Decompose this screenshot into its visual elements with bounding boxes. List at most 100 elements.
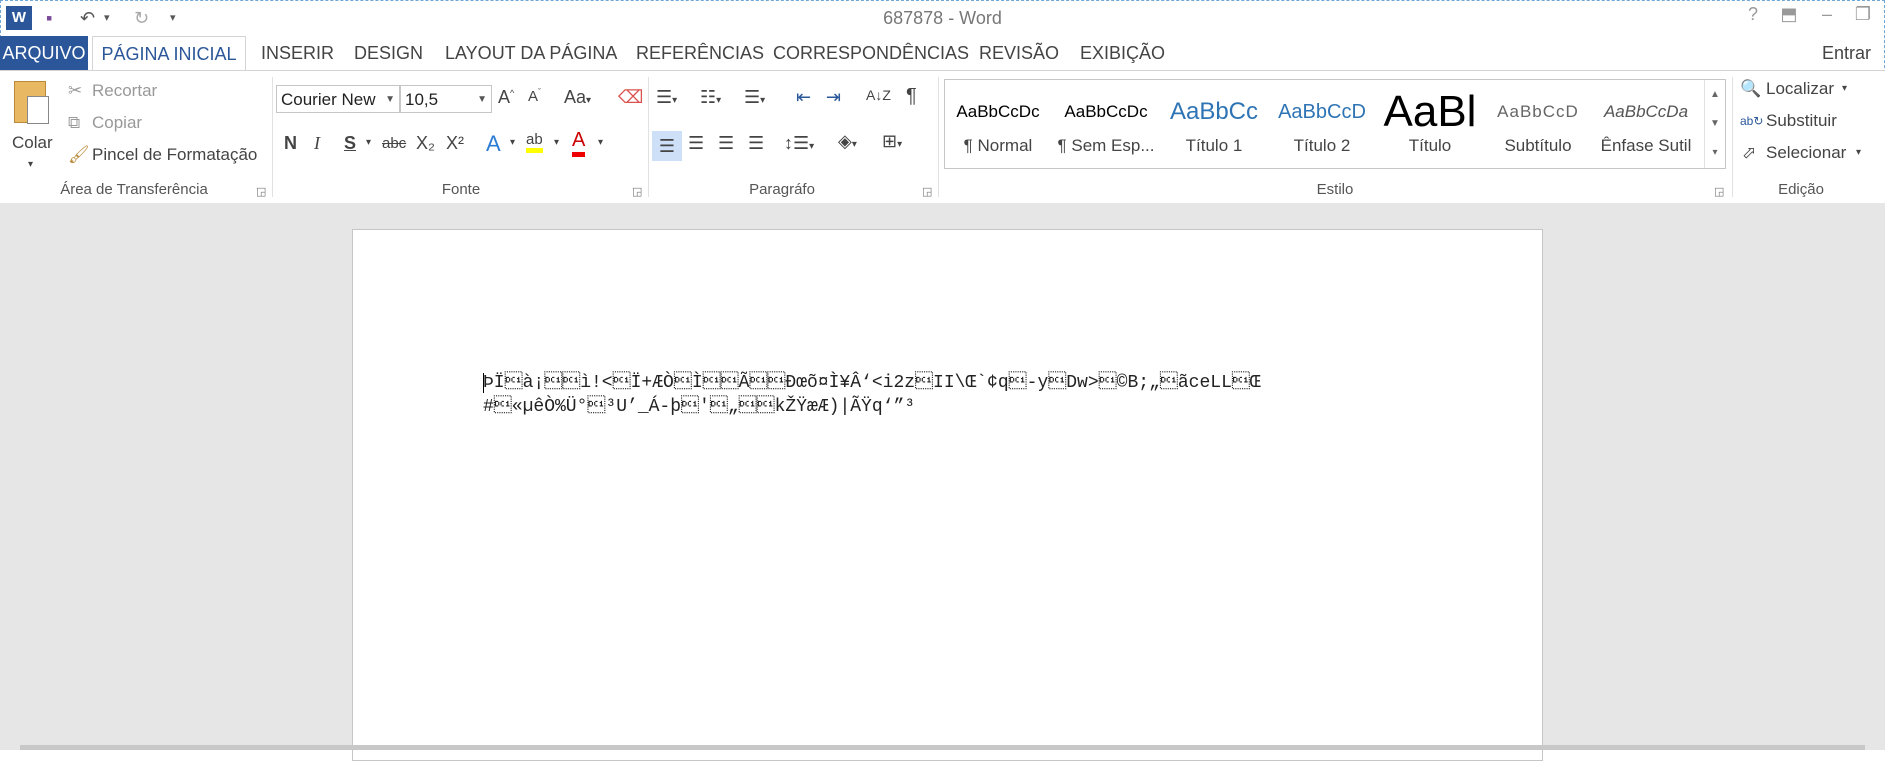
style-no-spacing[interactable]: AaBbCcDc ¶ Sem Esp... <box>1053 80 1159 168</box>
scroll-up-icon[interactable]: ▲ <box>1705 80 1725 109</box>
style-subtle-emphasis[interactable]: AaBbCcDa Ênfase Sutil <box>1593 80 1699 168</box>
document-page[interactable]: ÞÏà¡ì!<Ï+ÆÒÌÃÐœõ¤Ì¥Â‘<i2zII\Œ`… <box>352 229 1543 761</box>
ribbon-tabs: ARQUIVO PÁGINA INICIAL INSERIR DESIGN LA… <box>0 36 1885 72</box>
styles-launcher-icon[interactable]: ◲ <box>1714 185 1724 198</box>
numbering-icon[interactable]: ☷▾ <box>700 87 721 108</box>
paragraph-group-label: Paragráfo <box>749 181 815 198</box>
tab-design[interactable]: DESIGN <box>354 36 423 70</box>
multilevel-list-icon[interactable]: ☰▾ <box>744 87 765 108</box>
increase-indent-icon[interactable]: ⇥ <box>826 87 841 108</box>
document-area: ÞÏà¡ì!<Ï+ÆÒÌÃÐœõ¤Ì¥Â‘<i2zII\Œ`… <box>0 203 1885 761</box>
select-dropdown-icon[interactable]: ▾ <box>1856 139 1861 167</box>
clear-formatting-icon[interactable]: ⌫ <box>618 87 643 108</box>
paragraph-launcher-icon[interactable]: ◲ <box>922 185 932 198</box>
divider <box>648 77 649 197</box>
tab-file[interactable]: ARQUIVO <box>0 36 88 70</box>
font-group-label: Fonte <box>441 181 481 198</box>
bullets-icon[interactable]: ☰▾ <box>656 87 677 108</box>
cut-button[interactable]: Recortar <box>92 77 157 105</box>
underline-icon[interactable]: S <box>344 133 356 154</box>
title-bar: W ▪ ↶ ▾ ↻ ▾ 687878 - Word ? ⬒ – ❐ <box>0 0 1885 36</box>
bold-icon[interactable]: N <box>284 133 297 154</box>
italic-icon[interactable]: I <box>314 133 320 154</box>
restore-icon[interactable]: ❐ <box>1850 4 1876 25</box>
select-icon[interactable]: ⬀ <box>1742 139 1756 167</box>
tab-page-layout[interactable]: LAYOUT DA PÁGINA <box>445 36 617 70</box>
style-heading-1[interactable]: AaBbCc Título 1 <box>1161 80 1267 168</box>
text-effects-icon[interactable]: A <box>486 131 501 157</box>
style-heading-2[interactable]: AaBbCcD Título 2 <box>1269 80 1375 168</box>
more-styles-icon[interactable]: ▾ <box>1705 138 1725 167</box>
replace-button[interactable]: Substituir <box>1766 107 1837 135</box>
style-label: Título 2 <box>1293 136 1351 155</box>
font-name-box[interactable]: Courier New ▼ <box>276 85 400 113</box>
align-center-icon[interactable]: ☰ <box>688 133 704 154</box>
replace-icon[interactable]: ab↻ <box>1740 107 1763 135</box>
align-right-icon[interactable]: ☰ <box>718 133 734 154</box>
styles-group-label: Estilo <box>1316 181 1354 198</box>
ribbon-display-icon[interactable]: ⬒ <box>1776 4 1802 25</box>
style-sample: AaBl <box>1383 92 1477 132</box>
sign-in-link[interactable]: Entrar <box>1822 36 1871 70</box>
styles-gallery: AaBbCcDc ¶ Normal AaBbCcDc ¶ Sem Esp... … <box>944 79 1726 169</box>
underline-dropdown-icon[interactable]: ▾ <box>366 137 371 148</box>
divider <box>1732 77 1733 197</box>
font-size-box[interactable]: 10,5 ▼ <box>400 85 492 113</box>
show-hide-marks-icon[interactable]: ¶ <box>906 85 917 108</box>
paste-icon[interactable] <box>14 81 49 124</box>
select-button[interactable]: Selecionar <box>1766 139 1846 167</box>
strikethrough-icon[interactable]: abc <box>382 135 406 152</box>
scroll-down-icon[interactable]: ▼ <box>1705 109 1725 138</box>
sort-icon[interactable]: A↓Z <box>866 87 891 103</box>
document-text[interactable]: ÞÏà¡ì!<Ï+ÆÒÌÃÐœõ¤Ì¥Â‘<i2zII\Œ`… <box>483 371 1383 419</box>
font-color-dropdown-icon[interactable]: ▾ <box>598 137 603 148</box>
format-painter-button[interactable]: Pincel de Formatação <box>92 141 257 169</box>
change-case-icon[interactable]: Aa▾ <box>564 87 591 108</box>
style-subtitle[interactable]: AaBbCcD Subtítulo <box>1485 80 1591 168</box>
font-name-value: Courier New <box>281 90 376 109</box>
tab-view[interactable]: EXIBIÇÃO <box>1080 36 1165 70</box>
window-title: 687878 - Word <box>883 8 1002 28</box>
horizontal-scrollbar[interactable] <box>20 745 1865 750</box>
style-label: ¶ Sem Esp... <box>1057 136 1155 155</box>
line-spacing-icon[interactable]: ↕☰▾ <box>784 133 814 154</box>
font-color-icon[interactable]: A <box>572 129 586 157</box>
font-size-value: 10,5 <box>405 90 439 109</box>
grow-font-icon[interactable]: A^ <box>498 87 514 108</box>
shrink-font-icon[interactable]: Aˇ <box>528 87 541 105</box>
paste-dropdown-icon[interactable]: ▾ <box>28 151 33 179</box>
justify-icon[interactable]: ☰ <box>748 133 764 154</box>
tab-home[interactable]: PÁGINA INICIAL <box>92 36 246 72</box>
style-normal[interactable]: AaBbCcDc ¶ Normal <box>945 80 1051 168</box>
tab-references[interactable]: REFERÊNCIAS <box>636 36 764 70</box>
cut-icon[interactable]: ✂ <box>68 77 82 105</box>
tab-review[interactable]: REVISÃO <box>979 36 1059 70</box>
style-title[interactable]: AaBl Título <box>1377 80 1483 168</box>
tab-mailings[interactable]: CORRESPONDÊNCIAS <box>773 36 969 70</box>
find-icon[interactable]: 🔍 <box>1740 75 1761 103</box>
highlight-dropdown-icon[interactable]: ▾ <box>554 137 559 148</box>
text-effects-dropdown-icon[interactable]: ▾ <box>510 137 515 148</box>
borders-icon[interactable]: ⊞▾ <box>882 131 902 152</box>
minimize-icon[interactable]: – <box>1814 4 1840 25</box>
copy-button[interactable]: Copiar <box>92 109 142 137</box>
superscript-icon[interactable]: X² <box>446 133 464 154</box>
help-icon[interactable]: ? <box>1740 4 1766 25</box>
copy-icon[interactable]: ⧉ <box>68 109 80 137</box>
style-label: Subtítulo <box>1504 136 1572 155</box>
find-button[interactable]: Localizar <box>1766 75 1834 103</box>
highlight-icon[interactable]: ab <box>526 131 543 153</box>
chevron-down-icon: ▼ <box>477 94 487 105</box>
align-left-icon[interactable]: ☰ <box>652 131 682 161</box>
subscript-icon[interactable]: X₂ <box>416 133 435 154</box>
font-launcher-icon[interactable]: ◲ <box>632 185 642 198</box>
find-dropdown-icon[interactable]: ▾ <box>1842 75 1847 103</box>
shading-icon[interactable]: ◈▾ <box>838 131 857 152</box>
clipboard-launcher-icon[interactable]: ◲ <box>256 185 266 198</box>
decrease-indent-icon[interactable]: ⇤ <box>796 87 811 108</box>
tab-insert[interactable]: INSERIR <box>261 36 334 70</box>
style-sample: AaBbCcD <box>1278 101 1366 123</box>
styles-scroll: ▲ ▼ ▾ <box>1704 80 1725 168</box>
clipboard-group-label: Área de Transferência <box>60 181 208 198</box>
format-painter-icon[interactable]: 🖌 <box>68 141 90 169</box>
